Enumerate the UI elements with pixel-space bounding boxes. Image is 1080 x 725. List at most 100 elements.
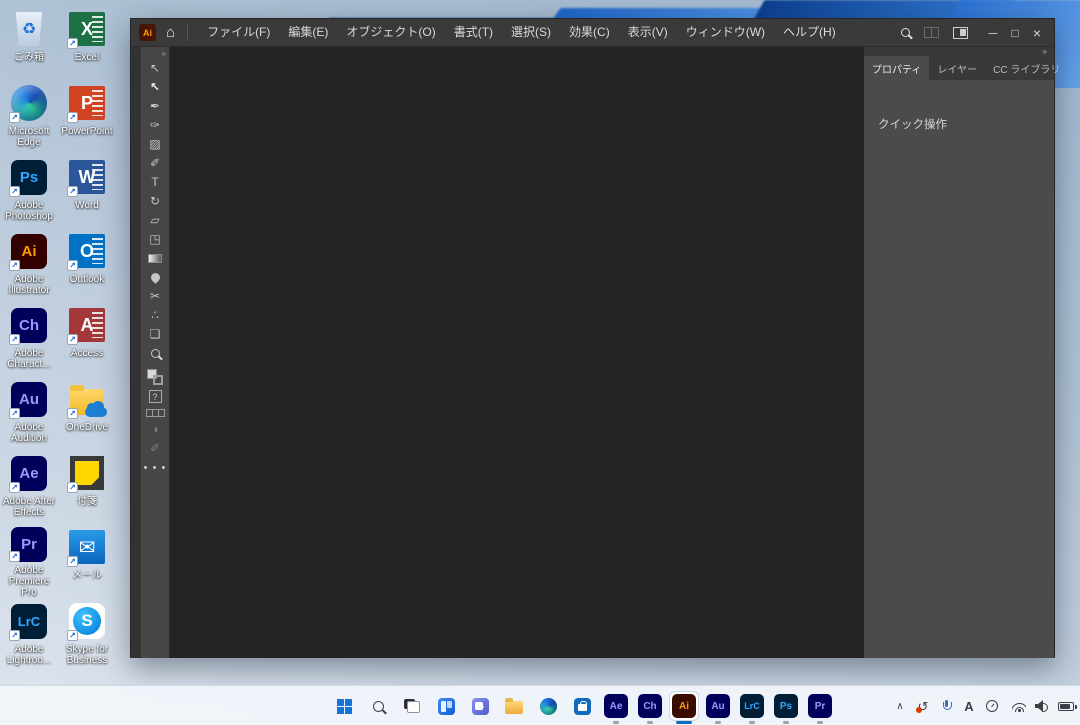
screen-recorder-icon[interactable]: ↺ xyxy=(916,694,930,718)
artboard-tool-icon[interactable]: ❏ xyxy=(143,325,167,344)
gradient-tool-icon[interactable] xyxy=(143,249,167,268)
menu-item-4[interactable]: 書式(T) xyxy=(445,19,502,46)
taskbar-premiere-pro-button[interactable]: Pr xyxy=(806,692,834,720)
skype-for-business-icon: S↗ xyxy=(67,601,107,641)
clock-icon[interactable] xyxy=(985,694,999,718)
minimize-button[interactable]: ─ xyxy=(982,20,1004,46)
drawing-modes-icon[interactable] xyxy=(146,409,165,417)
desktop-icon-outlook[interactable]: O↗Outlook xyxy=(58,228,116,302)
maximize-button[interactable]: □ xyxy=(1004,20,1026,46)
shortcut-arrow-icon: ↗ xyxy=(9,630,20,641)
panel-collapse-icon[interactable]: » xyxy=(1043,47,1054,56)
desktop-icon-onedrive[interactable]: ↗ OneDrive xyxy=(58,376,116,450)
desktop-icon-recycle-bin[interactable]: ♻ごみ箱 xyxy=(0,6,58,80)
edit-toolbar-icon[interactable]: ✐ xyxy=(143,439,167,458)
menu-item-3[interactable]: オブジェクト(O) xyxy=(337,19,444,46)
desktop-icon-adobe-audition[interactable]: Au↗Adobe Audition xyxy=(0,376,58,450)
running-indicator xyxy=(749,721,755,724)
desktop-icon-adobe-after-effects[interactable]: Ae↗Adobe After Effects xyxy=(0,450,58,524)
desktop-icon-skype-for-business[interactable]: S↗Skype for Business xyxy=(58,598,116,672)
taskbar-audition-button[interactable]: Au xyxy=(704,692,732,720)
taskbar-file-explorer-button[interactable] xyxy=(500,692,528,720)
menu-item-7[interactable]: 表示(V) xyxy=(619,19,677,46)
rotate-tool-icon[interactable]: ↻ xyxy=(143,192,167,211)
menu-item-5[interactable]: 選択(S) xyxy=(502,19,560,46)
shortcut-arrow-icon: ↗ xyxy=(9,112,20,123)
taskbar-task-view-button[interactable] xyxy=(398,692,426,720)
taskbar-chat-button[interactable] xyxy=(466,692,494,720)
taskbar-illustrator-button[interactable]: Ai xyxy=(670,692,698,720)
shape-builder-tool-icon[interactable]: ◳ xyxy=(143,230,167,249)
home-icon[interactable]: ⌂ xyxy=(166,25,175,40)
taskbar-lightroom-classic-button[interactable]: LrC xyxy=(738,692,766,720)
hidden-icons-chevron-icon[interactable]: ∧ xyxy=(893,694,907,718)
shortcut-arrow-icon: ↗ xyxy=(67,112,78,123)
taskbar-search-button[interactable] xyxy=(364,692,392,720)
desktop-icon-mail[interactable]: ✉↗メール xyxy=(58,524,116,598)
menu-item-8[interactable]: ウィンドウ(W) xyxy=(677,19,774,46)
desktop-icon-access[interactable]: A↗Access xyxy=(58,302,116,376)
desktop-icon-adobe-photoshop[interactable]: Ps↗Adobe Photoshop xyxy=(0,154,58,228)
taskbar-store-button[interactable] xyxy=(568,692,596,720)
symbol-sprayer-tool-icon[interactable]: ∴ xyxy=(143,306,167,325)
type-tool-icon[interactable]: T xyxy=(143,173,167,192)
fill-stroke-swatches-icon[interactable] xyxy=(147,369,163,385)
taskbar-photoshop-button[interactable]: Ps xyxy=(772,692,800,720)
taskbar-character-animator-button[interactable]: Ch xyxy=(636,692,664,720)
volume-icon[interactable] xyxy=(1035,694,1049,718)
desktop-icon-adobe-character-animator[interactable]: Ch↗Adobe Charact... xyxy=(0,302,58,376)
shortcut-arrow-icon: ↗ xyxy=(67,482,78,493)
eraser-tool-icon[interactable]: ▱ xyxy=(143,211,167,230)
menu-item-9[interactable]: ヘルプ(H) xyxy=(774,19,845,46)
panel-tab-プロパティ[interactable]: プロパティ xyxy=(864,56,929,80)
menu-item-6[interactable]: 効果(C) xyxy=(560,19,619,46)
window-controls: ─ □ × xyxy=(982,20,1048,46)
arrange-documents-icon[interactable] xyxy=(924,27,939,38)
desktop-icon-excel[interactable]: X↗Excel xyxy=(58,6,116,80)
curvature-tool-icon[interactable]: ✑ xyxy=(143,116,167,135)
desktop-icon-word[interactable]: W↗Word xyxy=(58,154,116,228)
onedrive-icon: ↗ xyxy=(67,379,107,419)
search-icon[interactable] xyxy=(901,28,910,37)
document-canvas[interactable] xyxy=(169,47,866,658)
desktop-icon-microsoft-edge[interactable]: ↗ Microsoft Edge xyxy=(0,80,58,154)
panel-tab-CC ライブラリ[interactable]: CC ライブラリ xyxy=(985,56,1068,80)
workspace-switcher-icon[interactable] xyxy=(953,27,968,39)
desktop-icon-label: OneDrive xyxy=(66,422,108,433)
taskbar-widgets-button[interactable] xyxy=(432,692,460,720)
taskbar-edge-button[interactable] xyxy=(534,692,562,720)
shortcut-arrow-icon: ↗ xyxy=(67,186,78,197)
close-button[interactable]: × xyxy=(1026,20,1048,46)
desktop-icon-adobe-premiere-pro[interactable]: Pr↗Adobe Premiere Pro xyxy=(0,524,58,598)
color-fill-indicator[interactable]: ? xyxy=(149,390,162,403)
menu-bar: ファイル(F)編集(E)オブジェクト(O)書式(T)選択(S)効果(C)表示(V… xyxy=(198,19,845,46)
desktop-icon-sticky-notes[interactable]: ↗付箋 xyxy=(58,450,116,524)
scissors-tool-icon[interactable]: ✂ xyxy=(143,287,167,306)
taskbar-after-effects-button[interactable]: Ae xyxy=(602,692,630,720)
eyedropper-tool-icon[interactable] xyxy=(143,268,167,287)
selection-tool-icon[interactable]: ↖ xyxy=(143,59,167,78)
wifi-icon[interactable] xyxy=(1012,694,1026,718)
panel-tab-レイヤー[interactable]: レイヤー xyxy=(929,56,985,80)
adobe-lightroom-classic-icon: LrC↗ xyxy=(9,601,49,641)
desktop-icon-adobe-lightroom-classic[interactable]: LrC↗Adobe Lightroo... xyxy=(0,598,58,672)
rectangle-tool-icon[interactable]: ▨ xyxy=(143,135,167,154)
desktop-icon-powerpoint[interactable]: P↗PowerPoint xyxy=(58,80,116,154)
pen-tool-icon[interactable]: ✒ xyxy=(143,97,167,116)
menu-item-2[interactable]: 編集(E) xyxy=(279,19,337,46)
shortcut-arrow-icon: ↗ xyxy=(67,334,78,345)
sticky-notes-icon: ↗ xyxy=(67,453,107,493)
more-tools-button[interactable]: • • • xyxy=(144,462,167,474)
taskbar-start-button[interactable] xyxy=(330,692,358,720)
battery-icon[interactable] xyxy=(1058,694,1074,718)
desktop-icon-label: Microsoft Edge xyxy=(0,126,58,148)
microphone-icon[interactable] xyxy=(939,694,953,718)
desktop-icon-adobe-illustrator[interactable]: Ai↗Adobe Illustrator xyxy=(0,228,58,302)
ime-mode-indicator[interactable]: A xyxy=(962,694,976,718)
direct-selection-tool-icon[interactable]: ↖ xyxy=(143,78,167,97)
toolbar-collapse-icon[interactable]: » xyxy=(162,49,169,59)
zoom-tool-icon[interactable] xyxy=(143,344,167,363)
paintbrush-tool-icon[interactable]: ✐ xyxy=(143,154,167,173)
screen-mode-icon[interactable]: ◑ xyxy=(143,420,167,439)
menu-item-1[interactable]: ファイル(F) xyxy=(198,19,279,46)
